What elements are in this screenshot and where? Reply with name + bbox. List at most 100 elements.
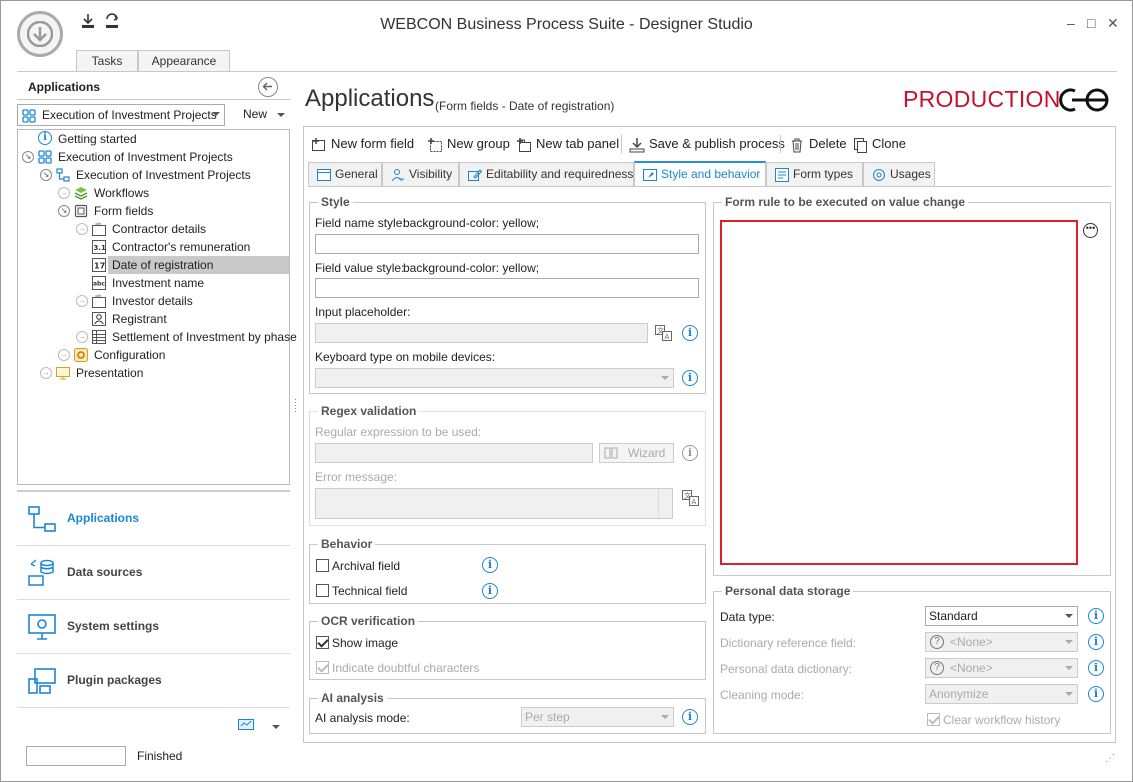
nav-plugin-packages[interactable]: Plugin packages [17,654,290,708]
regex-input[interactable] [315,443,593,463]
tree-item-presentation[interactable]: → Presentation [18,364,289,382]
cleaning-mode-info-icon[interactable]: i [1088,686,1104,702]
tree-item-app[interactable]: ↘ Execution of Investment Projects [18,148,289,166]
tree-item-settlement[interactable]: → Settlement of Investment by phase [18,328,297,346]
app-selector-value: Execution of Investment Projects [42,108,217,122]
resize-grip-icon[interactable]: ⋰ [1105,753,1115,764]
person-field-icon [92,312,106,326]
tab-style-and-behavior[interactable]: Style and behavior [634,161,766,186]
data-type-info-icon[interactable]: i [1088,608,1104,624]
applications-icon [28,506,56,532]
clone-button[interactable]: Clone [852,135,906,153]
tree-item-investor-details[interactable]: → ab Investor details [18,292,289,310]
translate-icon[interactable]: 文A [655,325,673,341]
tree-item-form-fields[interactable]: ↘ Form fields [18,202,289,220]
expand-icon[interactable]: → [76,295,88,307]
svg-text:文: 文 [657,326,664,335]
scrollbar[interactable] [658,489,672,518]
nav-config-icon[interactable] [238,719,254,733]
keyboard-type-select[interactable] [315,368,674,388]
personal-dict-select[interactable]: ? <None> [925,658,1078,678]
nav-system-settings[interactable]: System settings [17,600,290,654]
svg-text:abc: abc [93,281,105,288]
nav-applications[interactable]: Applications [17,492,290,546]
indicate-doubtful-checkbox[interactable] [316,661,329,674]
minimize-button[interactable]: – [1067,15,1075,31]
new-group-button[interactable]: New group [427,135,510,153]
new-dropdown-icon[interactable] [277,113,285,117]
field-value-style-value[interactable]: background-color: yellow; [403,261,539,275]
process-icon [56,168,70,182]
field-name-style-value[interactable]: background-color: yellow; [403,216,539,230]
expand-icon[interactable]: → [40,367,52,379]
personal-dict-label: Personal data dictionary: [720,662,853,676]
translate-icon[interactable]: 文A [682,490,700,506]
new-tab-panel-button[interactable]: New tab panel [516,135,619,153]
field-name-style-input[interactable] [315,234,699,254]
tab-visibility[interactable]: Visibility [382,162,459,186]
keyboard-type-info-icon[interactable]: i [682,370,698,386]
field-value-style-input[interactable] [315,278,699,298]
tab-appearance[interactable]: Appearance [138,50,230,72]
collapse-icon[interactable]: ↘ [58,205,70,217]
tree-item-workflows[interactable]: → Workflows [18,184,289,202]
nav-config-dropdown-icon[interactable] [272,725,280,729]
archival-field-info-icon[interactable]: i [482,557,498,573]
tree-item-configuration[interactable]: → Configuration [18,346,289,364]
chevron-down-icon [1065,666,1073,670]
more-options-icon[interactable]: ••• [1083,223,1098,238]
data-type-select[interactable]: Standard [925,606,1078,626]
show-image-checkbox[interactable] [316,636,329,649]
nav-data-sources[interactable]: Data sources [17,546,290,600]
tab-general[interactable]: General [308,162,382,186]
app-selector[interactable]: Execution of Investment Projects [17,104,225,126]
personal-dict-info-icon[interactable]: i [1088,660,1104,676]
expand-icon[interactable]: → [58,187,70,199]
tree-item-contractor-details[interactable]: → ab Contractor details [18,220,289,238]
delete-button[interactable]: Delete [789,135,847,153]
ai-mode-select[interactable]: Per step [521,707,674,727]
technical-field-info-icon[interactable]: i [482,583,498,599]
collapse-icon[interactable]: ↘ [40,169,52,181]
form-rule-editor[interactable] [720,220,1078,565]
tab-form-types[interactable]: Form types [766,162,863,186]
tree-item-contractors-remuneration[interactable]: 3.1 Contractor's remuneration [18,238,289,256]
tab-tasks[interactable]: Tasks [76,50,138,72]
wizard-button[interactable]: Wizard [599,443,674,463]
expand-icon[interactable]: → [76,223,88,235]
expand-icon[interactable]: → [76,331,88,343]
collapse-icon[interactable]: ↘ [22,151,34,163]
chevron-down-icon [661,715,669,719]
save-publish-button[interactable]: Save & publish process [629,135,785,153]
chevron-down-icon [1065,614,1073,618]
tree-item-date-of-registration[interactable]: Date of registration [108,256,289,274]
ai-mode-info-icon[interactable]: i [682,709,698,725]
dict-ref-info-icon[interactable]: i [1088,634,1104,650]
tree-item-registrant[interactable]: Registrant [18,310,289,328]
expand-icon[interactable]: → [58,349,70,361]
cleaning-mode-select[interactable]: Anonymize [925,684,1078,704]
tree-item-getting-started[interactable]: i Getting started [18,130,289,148]
close-button[interactable]: ✕ [1107,15,1119,32]
tree-item-investment-name[interactable]: abc Investment name [18,274,289,292]
error-message-input[interactable] [315,488,673,519]
new-form-field-button[interactable]: New form field [311,135,414,153]
archival-field-checkbox[interactable] [316,559,329,572]
dict-ref-select[interactable]: ? <None> [925,632,1078,652]
ocr-group-title: OCR verification [318,614,419,628]
clear-history-checkbox[interactable] [927,713,940,726]
tree-item-label: Execution of Investment Projects [76,168,251,182]
regex-info-icon[interactable]: i [682,445,698,461]
maximize-button[interactable]: □ [1087,15,1095,31]
input-placeholder-field[interactable] [315,323,648,343]
splitter-handle[interactable] [295,399,296,413]
trash-icon [792,138,802,153]
tab-usages[interactable]: Usages [863,162,935,186]
new-app-button[interactable]: New [243,107,267,121]
tab-editability[interactable]: Editability and requiredness [459,162,634,186]
tree-item-label: Form fields [94,204,154,218]
technical-field-checkbox[interactable] [316,584,329,597]
input-placeholder-info-icon[interactable]: i [682,325,698,341]
collapse-back-icon[interactable] [258,77,278,97]
tree-item-process[interactable]: ↘ Execution of Investment Projects [18,166,289,184]
